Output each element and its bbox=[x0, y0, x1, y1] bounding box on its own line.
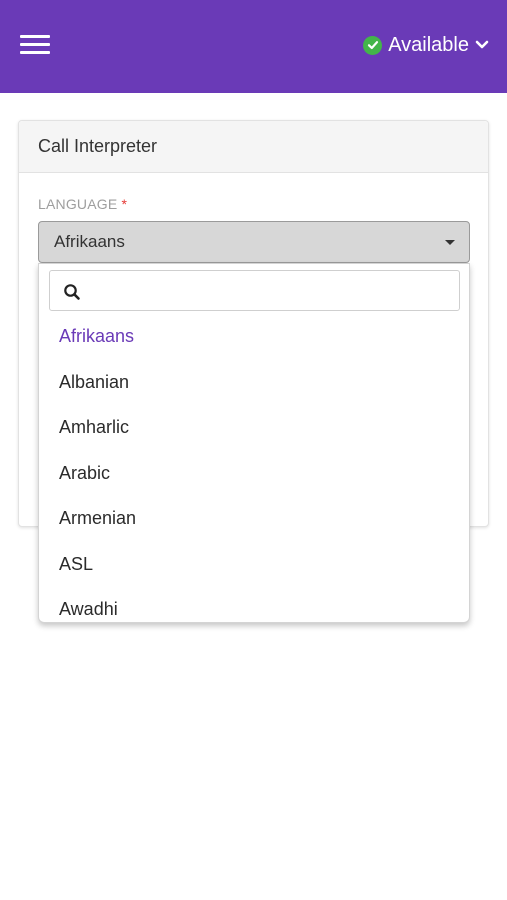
language-option-arabic[interactable]: Arabic bbox=[39, 451, 469, 497]
language-dropdown: Afrikaans Albanian Amharlic Arabic Armen… bbox=[38, 263, 470, 623]
language-select[interactable]: Afrikaans bbox=[38, 221, 470, 263]
language-option-amharlic[interactable]: Amharlic bbox=[39, 405, 469, 451]
language-options-list: Afrikaans Albanian Amharlic Arabic Armen… bbox=[39, 314, 469, 622]
check-icon bbox=[363, 35, 383, 55]
language-option-armenian[interactable]: Armenian bbox=[39, 496, 469, 542]
language-search-box[interactable] bbox=[49, 270, 460, 311]
required-marker: * bbox=[121, 196, 128, 212]
availability-status-toggle[interactable]: Available bbox=[363, 30, 489, 60]
card-title: Call Interpreter bbox=[19, 121, 488, 173]
app-header: Available bbox=[0, 0, 507, 93]
language-option-asl[interactable]: ASL bbox=[39, 542, 469, 588]
chevron-down-icon bbox=[475, 40, 489, 49]
language-label: LANGUAGE * bbox=[38, 196, 127, 212]
language-select-value: Afrikaans bbox=[54, 232, 125, 251]
menu-icon[interactable] bbox=[20, 33, 51, 55]
language-label-text: LANGUAGE bbox=[38, 196, 118, 212]
language-option-awadhi[interactable]: Awadhi bbox=[39, 587, 469, 622]
caret-down-icon bbox=[445, 240, 455, 245]
language-search-input[interactable] bbox=[90, 277, 450, 305]
availability-status-label: Available bbox=[388, 33, 469, 56]
language-option-albanian[interactable]: Albanian bbox=[39, 360, 469, 406]
language-option-afrikaans[interactable]: Afrikaans bbox=[39, 314, 469, 360]
search-icon bbox=[64, 284, 80, 300]
